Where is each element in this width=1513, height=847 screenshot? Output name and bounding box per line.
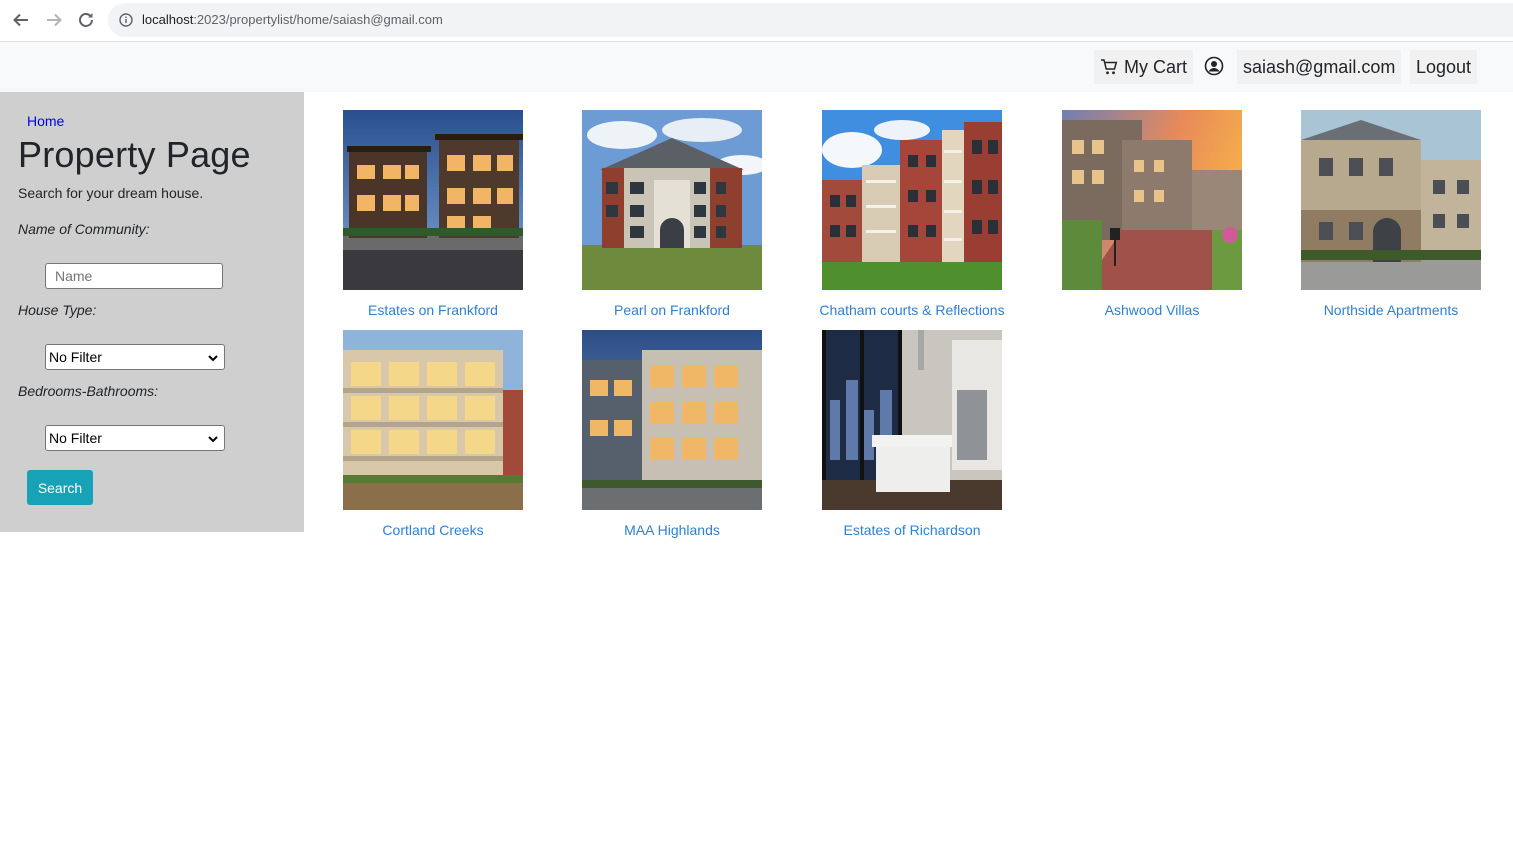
community-label: Name of Community:: [18, 221, 150, 237]
bed-bath-value: No Filter: [49, 430, 102, 446]
property-image[interactable]: [343, 110, 523, 290]
info-icon[interactable]: [119, 13, 133, 32]
chevron-down-icon: [207, 432, 219, 448]
property-image[interactable]: [582, 110, 762, 290]
property-image[interactable]: [1062, 110, 1242, 290]
property-card[interactable]: Ashwood Villas: [1032, 110, 1272, 318]
user-email-link[interactable]: saiash@gmail.com: [1237, 50, 1402, 84]
property-image[interactable]: [822, 110, 1002, 290]
property-card[interactable]: Cortland Creeks: [313, 330, 553, 538]
my-cart-link[interactable]: My Cart: [1094, 50, 1193, 84]
property-name[interactable]: Estates on Frankford: [313, 302, 553, 318]
back-arrow-icon[interactable]: [9, 8, 33, 32]
property-name[interactable]: Ashwood Villas: [1032, 302, 1272, 318]
filter-sidebar: Home Property Page Search for your dream…: [0, 92, 304, 532]
property-image[interactable]: [582, 330, 762, 510]
community-name-input[interactable]: [45, 263, 223, 289]
address-bar[interactable]: localhost:2023/propertylist/home/saiash@…: [108, 3, 1513, 37]
cart-label: My Cart: [1124, 56, 1187, 77]
house-type-select[interactable]: No Filter: [45, 344, 225, 370]
property-name[interactable]: MAA Highlands: [552, 522, 792, 538]
property-card[interactable]: Chatham courts & Reflections: [792, 110, 1032, 318]
property-name[interactable]: Cortland Creeks: [313, 522, 553, 538]
property-name[interactable]: Estates of Richardson: [792, 522, 1032, 538]
property-card[interactable]: Pearl on Frankford: [552, 110, 792, 318]
home-link[interactable]: Home: [27, 113, 64, 129]
bed-bath-label: Bedrooms-Bathrooms:: [18, 383, 159, 399]
cart-icon: [1100, 58, 1118, 76]
property-image[interactable]: [1301, 110, 1481, 290]
property-card[interactable]: MAA Highlands: [552, 330, 792, 538]
logout-link[interactable]: Logout: [1410, 50, 1478, 84]
property-name[interactable]: Northside Apartments: [1271, 302, 1511, 318]
property-card[interactable]: Northside Apartments: [1271, 110, 1511, 318]
house-type-value: No Filter: [49, 349, 102, 365]
property-name[interactable]: Pearl on Frankford: [552, 302, 792, 318]
property-card[interactable]: Estates on Frankford: [313, 110, 553, 318]
forward-arrow-icon[interactable]: [42, 8, 66, 32]
browser-toolbar: localhost:2023/propertylist/home/saiash@…: [0, 0, 1513, 42]
bed-bath-select[interactable]: No Filter: [45, 425, 225, 451]
page-title: Property Page: [18, 134, 251, 175]
house-type-label: House Type:: [18, 302, 97, 318]
property-image[interactable]: [343, 330, 523, 510]
url-text: localhost:2023/propertylist/home/saiash@…: [142, 12, 443, 27]
reload-icon[interactable]: [74, 8, 98, 32]
logout-label: Logout: [1416, 56, 1472, 77]
property-card[interactable]: Estates of Richardson: [792, 330, 1032, 538]
search-button[interactable]: Search: [27, 470, 93, 505]
page-subtitle: Search for your dream house.: [18, 185, 204, 201]
property-name[interactable]: Chatham courts & Reflections: [792, 302, 1032, 318]
top-navbar: My Cart saiash@gmail.com Logout: [0, 42, 1513, 92]
chevron-down-icon: [207, 351, 219, 367]
property-image[interactable]: [822, 330, 1002, 510]
user-email: saiash@gmail.com: [1243, 56, 1396, 77]
user-avatar-icon: [1204, 56, 1224, 76]
